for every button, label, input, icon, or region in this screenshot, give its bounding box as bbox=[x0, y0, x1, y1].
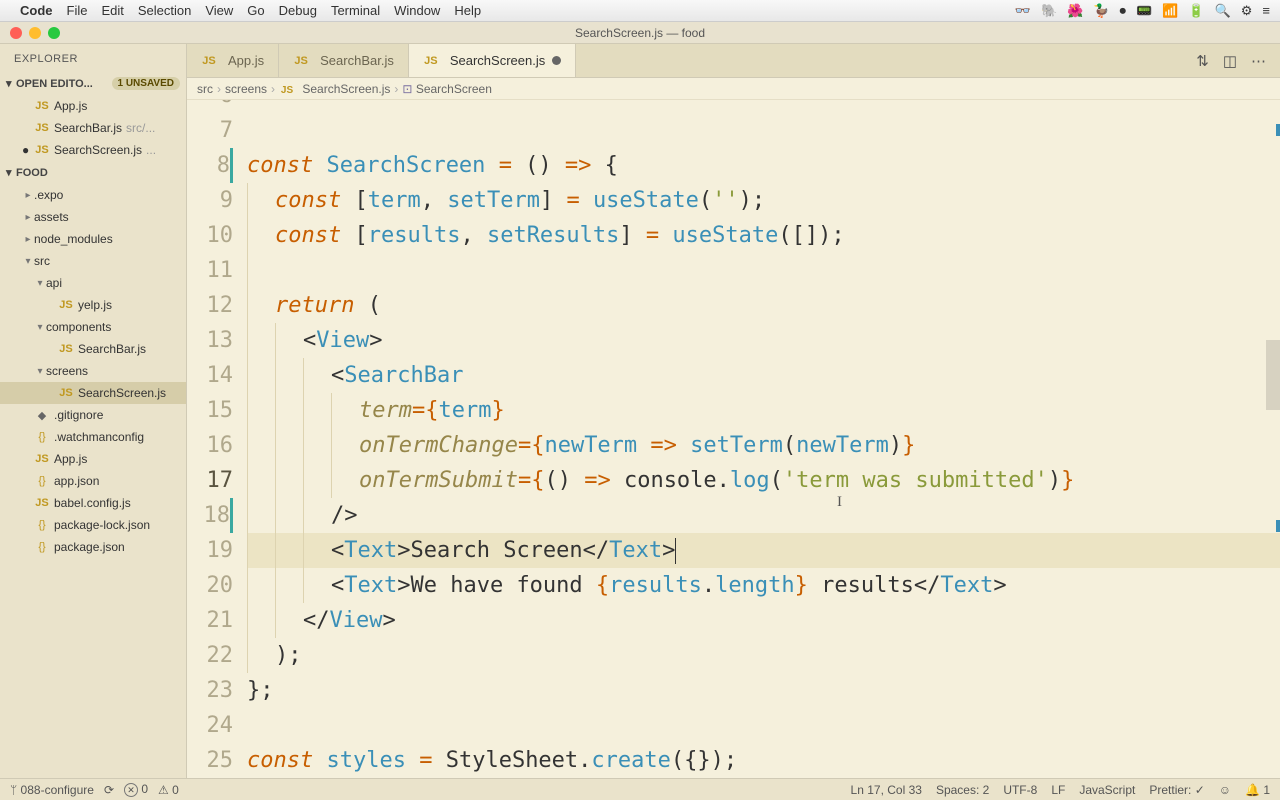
breadcrumb-item[interactable]: src bbox=[197, 82, 213, 96]
project-tree: ▸.expo▸assets▸node_modules▾src▾apiJSyelp… bbox=[0, 182, 186, 778]
minimap[interactable] bbox=[1266, 100, 1280, 778]
breadcrumb-item[interactable]: screens bbox=[225, 82, 267, 96]
macos-menu-item[interactable]: Go bbox=[247, 3, 264, 18]
file-item[interactable]: JSSearchScreen.js bbox=[0, 382, 186, 404]
unsaved-badge: 1 UNSAVED bbox=[112, 77, 181, 90]
file-item[interactable]: {}package.json bbox=[0, 536, 186, 558]
file-item[interactable]: {}.watchmanconfig bbox=[0, 426, 186, 448]
breadcrumbs[interactable]: src›screens›JS SearchScreen.js›⊡ SearchS… bbox=[187, 78, 1280, 100]
open-editors-label: OPEN EDITO... bbox=[16, 78, 93, 90]
macos-menu-item[interactable]: Debug bbox=[279, 3, 317, 18]
folder-item[interactable]: ▾api bbox=[0, 272, 186, 294]
zoom-window-button[interactable] bbox=[48, 27, 60, 39]
folder-item[interactable]: ▾components bbox=[0, 316, 186, 338]
statusbar: ᛘ 088-configure ⟳ ✕ 0 ⚠ 0 Ln 17, Col 33 … bbox=[0, 778, 1280, 800]
folder-item[interactable]: ▾screens bbox=[0, 360, 186, 382]
cursor-position[interactable]: Ln 17, Col 33 bbox=[851, 783, 922, 797]
code-editor[interactable]: 678910111213141516171819202122232425 con… bbox=[187, 100, 1280, 778]
macos-status-icon[interactable]: 👓 bbox=[1015, 3, 1031, 19]
macos-menu-item[interactable]: View bbox=[205, 3, 233, 18]
more-icon[interactable]: ⋯ bbox=[1251, 52, 1266, 70]
editor-tab[interactable]: JSSearchBar.js bbox=[279, 44, 409, 77]
open-editor-item[interactable]: ●JSSearchScreen.js... bbox=[0, 139, 186, 161]
minimize-window-button[interactable] bbox=[29, 27, 41, 39]
git-branch[interactable]: ᛘ 088-configure bbox=[10, 783, 94, 797]
breadcrumb-item[interactable]: ⊡ SearchScreen bbox=[402, 82, 491, 96]
macos-status-icon[interactable]: ⏺ bbox=[1120, 3, 1127, 19]
text-cursor-icon: I bbox=[837, 485, 842, 520]
file-item[interactable]: JSbabel.config.js bbox=[0, 492, 186, 514]
close-window-button[interactable] bbox=[10, 27, 22, 39]
window-title: SearchScreen.js — food bbox=[575, 26, 705, 40]
editor-tab[interactable]: JSSearchScreen.js bbox=[409, 44, 576, 77]
project-header[interactable]: ▾ FOOD bbox=[0, 163, 186, 182]
file-item[interactable]: JSyelp.js bbox=[0, 294, 186, 316]
macos-menu-item[interactable]: Terminal bbox=[331, 3, 380, 18]
language-mode[interactable]: JavaScript bbox=[1079, 783, 1135, 797]
open-editors-header[interactable]: ▾ OPEN EDITO... 1 UNSAVED bbox=[0, 74, 186, 93]
macos-menu[interactable]: File Edit Selection View Go Debug Terminal Wind… bbox=[67, 3, 496, 18]
file-item[interactable]: ◆.gitignore bbox=[0, 404, 186, 426]
macos-status-icon[interactable]: 🌺 bbox=[1067, 3, 1083, 19]
macos-status-icon[interactable]: 🔍 bbox=[1215, 3, 1231, 19]
macos-status-icon[interactable]: 🔋 bbox=[1188, 3, 1204, 19]
open-editor-item[interactable]: JSSearchBar.jssrc/... bbox=[0, 117, 186, 139]
code-lines[interactable]: const SearchScreen = () => {const [term,… bbox=[247, 100, 1280, 778]
editor-tab[interactable]: JSApp.js bbox=[187, 44, 279, 77]
chevron-down-icon: ▾ bbox=[6, 77, 16, 90]
notifications[interactable]: 🔔 1 bbox=[1245, 783, 1270, 797]
errors-count[interactable]: ✕ 0 bbox=[124, 782, 148, 798]
project-label: FOOD bbox=[16, 167, 48, 179]
macos-status-icon[interactable]: 🐘 bbox=[1041, 3, 1057, 19]
indentation[interactable]: Spaces: 2 bbox=[936, 783, 989, 797]
sidebar: EXPLORER ▾ OPEN EDITO... 1 UNSAVED JSApp… bbox=[0, 44, 187, 778]
macos-status-icon[interactable]: ≡ bbox=[1262, 3, 1270, 19]
open-editor-item[interactable]: JSApp.js bbox=[0, 95, 186, 117]
breadcrumb-item[interactable]: JS SearchScreen.js bbox=[279, 82, 390, 96]
macos-app-name[interactable]: Code bbox=[20, 3, 53, 18]
compare-icon[interactable]: ⇅ bbox=[1196, 52, 1209, 70]
macos-menubar: Code File Edit Selection View Go Debug Termina… bbox=[0, 0, 1280, 22]
gutter: 678910111213141516171819202122232425 bbox=[187, 100, 247, 778]
prettier-status[interactable]: Prettier: ✓ bbox=[1149, 783, 1204, 797]
macos-status-icon[interactable]: 📶 bbox=[1162, 3, 1178, 19]
folder-item[interactable]: ▸assets bbox=[0, 206, 186, 228]
macos-status: 👓 🐘 🌺 🦆 ⏺ 📟 📶 🔋 🔍 ⚙ ≡ bbox=[1015, 3, 1270, 19]
macos-menu-item[interactable]: Window bbox=[394, 3, 440, 18]
encoding[interactable]: UTF-8 bbox=[1003, 783, 1037, 797]
eol[interactable]: LF bbox=[1051, 783, 1065, 797]
split-editor-icon[interactable]: ◫ bbox=[1223, 52, 1237, 70]
open-editors-list: JSApp.jsJSSearchBar.jssrc/...●JSSearchSc… bbox=[0, 93, 186, 163]
dirty-indicator-icon bbox=[552, 56, 561, 65]
editor-actions: ⇅ ◫ ⋯ bbox=[1182, 44, 1280, 77]
file-item[interactable]: {}package-lock.json bbox=[0, 514, 186, 536]
macos-menu-item[interactable]: File bbox=[67, 3, 88, 18]
file-item[interactable]: {}app.json bbox=[0, 470, 186, 492]
macos-menu-item[interactable]: Help bbox=[454, 3, 481, 18]
editor-tabs: JSApp.jsJSSearchBar.jsJSSearchScreen.js … bbox=[187, 44, 1280, 78]
editor-area: JSApp.jsJSSearchBar.jsJSSearchScreen.js … bbox=[187, 44, 1280, 778]
folder-item[interactable]: ▸node_modules bbox=[0, 228, 186, 250]
macos-status-icon[interactable]: 📟 bbox=[1136, 3, 1152, 19]
file-item[interactable]: JSApp.js bbox=[0, 448, 186, 470]
macos-menu-item[interactable]: Edit bbox=[101, 3, 123, 18]
file-item[interactable]: JSSearchBar.js bbox=[0, 338, 186, 360]
chevron-down-icon: ▾ bbox=[6, 166, 16, 179]
sync-icon[interactable]: ⟳ bbox=[104, 783, 114, 797]
folder-item[interactable]: ▸.expo bbox=[0, 184, 186, 206]
macos-status-icon[interactable]: ⚙ bbox=[1241, 3, 1253, 19]
sidebar-title: EXPLORER bbox=[0, 44, 186, 74]
macos-menu-item[interactable]: Selection bbox=[138, 3, 191, 18]
feedback-icon[interactable]: ☺ bbox=[1219, 783, 1231, 797]
folder-item[interactable]: ▾src bbox=[0, 250, 186, 272]
warnings-count[interactable]: ⚠ 0 bbox=[158, 783, 179, 797]
scrollbar-thumb[interactable] bbox=[1266, 340, 1280, 410]
macos-status-icon[interactable]: 🦆 bbox=[1093, 3, 1109, 19]
window-titlebar: SearchScreen.js — food bbox=[0, 22, 1280, 44]
